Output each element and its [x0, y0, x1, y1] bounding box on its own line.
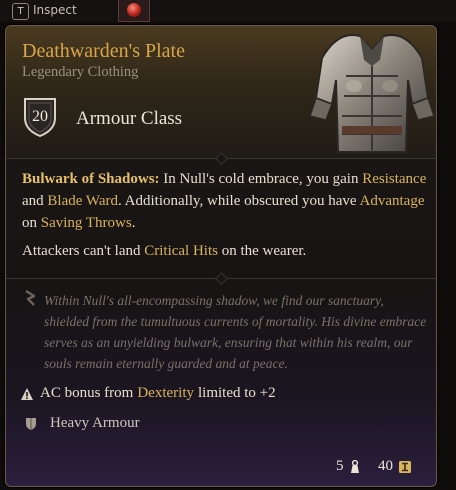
armour-type-icon: [26, 417, 36, 430]
amulet-icon: [127, 3, 141, 17]
passive-description: Attackers can't land Critical Hits on th…: [22, 240, 427, 262]
keyword-resistance[interactable]: Resistance: [362, 171, 426, 187]
item-name: Deathwarden's Plate: [22, 40, 185, 62]
weight-value: 5: [336, 458, 344, 474]
ability-description: Bulwark of Shadows: In Null's cold embra…: [22, 168, 427, 234]
keyword-blade-ward[interactable]: Blade Ward: [47, 193, 118, 209]
keyword-dexterity[interactable]: Dexterity: [137, 385, 194, 402]
passive-text: on the wearer.: [217, 243, 307, 259]
ability-text: and: [22, 193, 48, 209]
gold-value: 40: [378, 458, 393, 474]
dexterity-note-text: limited to +2: [198, 385, 276, 401]
item-value: 40: [378, 458, 412, 475]
armour-category-label: Heavy Armour: [50, 415, 140, 431]
ability-name: Bulwark of Shadows:: [22, 171, 160, 187]
ability-text: . Additionally, while obscured you have: [118, 193, 360, 209]
top-bar: T Inspect: [0, 0, 456, 22]
item-tooltip: Deathwarden's Plate Legendary Clothing 2…: [5, 25, 437, 487]
item-weight: 5: [336, 458, 361, 475]
dexterity-note: AC bonus from Dexterity limited to +2: [20, 385, 276, 402]
gold-icon: [399, 460, 411, 473]
item-rarity-type: Legendary Clothing: [22, 64, 139, 80]
keyword-critical-hits[interactable]: Critical Hits: [144, 243, 218, 259]
quote-icon: [25, 290, 36, 306]
armour-category: Heavy Armour: [20, 415, 140, 432]
ability-text: on: [22, 215, 41, 231]
passive-text: Attackers can't land: [22, 243, 145, 259]
divider-ornament: [215, 272, 228, 285]
flavor-text: Within Null's all-encompassing shadow, w…: [44, 293, 427, 371]
weight-icon: [350, 459, 359, 473]
ability-text: .: [131, 215, 136, 231]
armour-class-value: 20: [32, 108, 48, 125]
inspect-button[interactable]: Inspect: [33, 3, 77, 17]
keyword-advantage[interactable]: Advantage: [360, 193, 425, 209]
chest-armour-icon: [309, 34, 435, 153]
armour-class-label: Armour Class: [76, 108, 183, 129]
equipped-slot[interactable]: [118, 0, 150, 22]
dexterity-note-text: AC bonus from: [40, 385, 134, 401]
warning-icon: [21, 387, 33, 400]
ability-text: In Null's cold embrace, you gain: [159, 171, 359, 187]
keyword-saving-throws[interactable]: Saving Throws: [41, 215, 132, 231]
keybind-badge: T: [12, 3, 29, 20]
